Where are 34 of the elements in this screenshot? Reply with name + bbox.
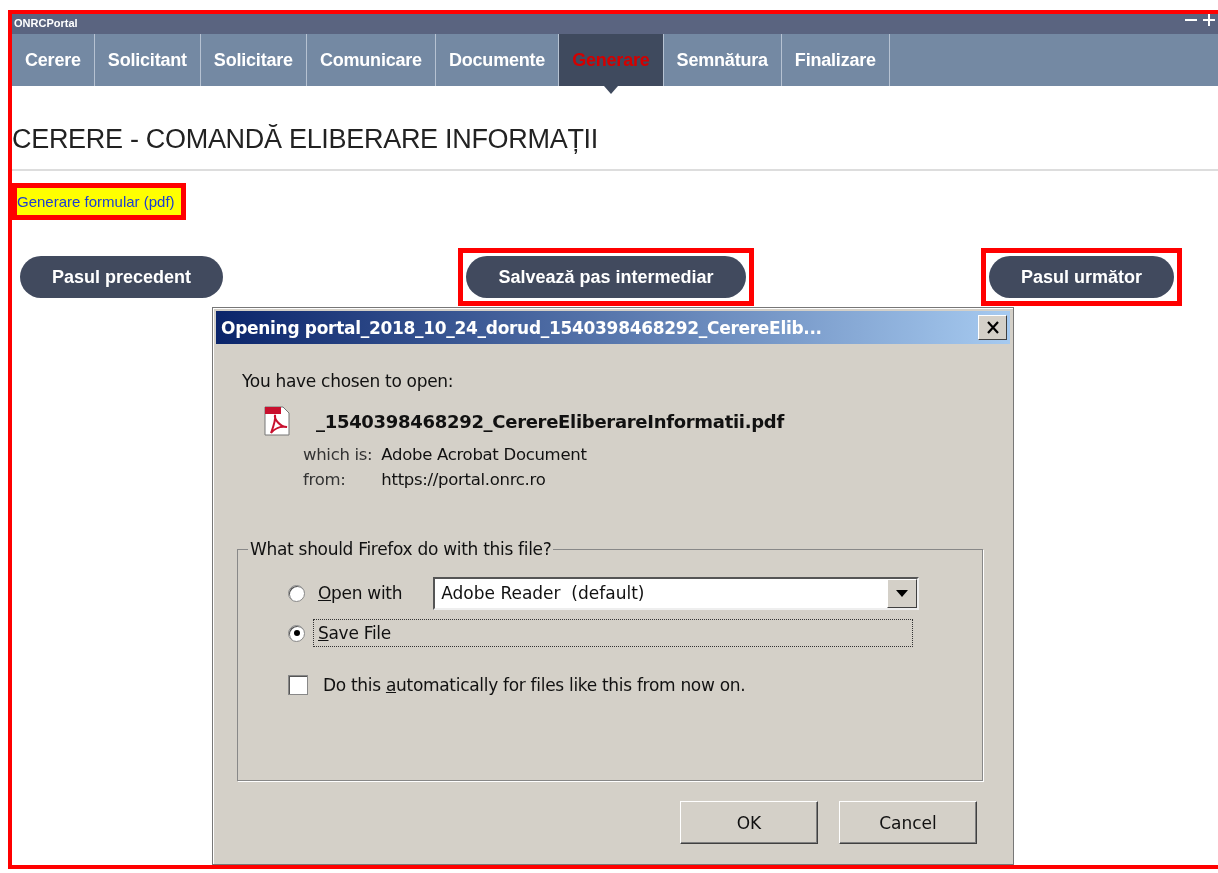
radio-button[interactable]: [288, 584, 305, 602]
nav-tab[interactable]: Semnătura: [663, 34, 782, 86]
app-dropdown[interactable]: Adobe Reader (default): [433, 576, 920, 610]
step-button[interactable]: Salvează pas intermediar: [466, 256, 746, 298]
nav-tab[interactable]: Comunicare: [306, 34, 436, 86]
nav-tab[interactable]: Finalizare: [781, 34, 890, 86]
radio-button[interactable]: [288, 624, 305, 642]
detail-value: Adobe Acrobat Document: [381, 445, 587, 464]
dialog-title: Opening portal_2018_10_24_dorud_1540398468292_CerereElib...: [221, 317, 822, 338]
checkbox[interactable]: [288, 675, 308, 695]
dialog-intro: You have chosen to open:: [242, 371, 455, 391]
pdf-link[interactable]: Generare formular (pdf): [17, 188, 181, 215]
step-button[interactable]: Pasul următor: [988, 256, 1174, 298]
page-heading: CERERE - COMANDĂ ELIBERARE INFORMAȚII: [12, 124, 1218, 171]
option-label[interactable]: Save File: [313, 619, 913, 647]
option-label[interactable]: Open with: [313, 579, 408, 607]
nav-tab[interactable]: Solicitare: [200, 34, 307, 86]
nav-tab[interactable]: Cerere: [12, 34, 95, 86]
dialog-button[interactable]: OK: [680, 801, 818, 844]
dialog-button[interactable]: Cancel: [839, 801, 977, 844]
pdf-file-icon: [262, 405, 292, 437]
detail-label: which is:: [303, 445, 373, 464]
app-title: ONRCPortal: [13, 16, 78, 30]
detail-value: https://portal.onrc.ro: [381, 470, 547, 489]
detail-label: from:: [303, 470, 347, 489]
step-button[interactable]: Pasul precedent: [20, 256, 224, 298]
nav-tab[interactable]: Solicitant: [94, 34, 201, 86]
file-name: _1540398468292_CerereEliberareInformatii.pdf: [316, 410, 784, 432]
checkbox-label: Do this automatically for files like this from now on.: [322, 674, 747, 697]
plus-icon[interactable]: [1202, 14, 1216, 26]
close-button[interactable]: [978, 315, 1007, 340]
group-title: What should Firefox do with this file?: [249, 539, 553, 559]
close-icon[interactable]: [985, 321, 1000, 334]
caret-icon: [604, 86, 619, 94]
